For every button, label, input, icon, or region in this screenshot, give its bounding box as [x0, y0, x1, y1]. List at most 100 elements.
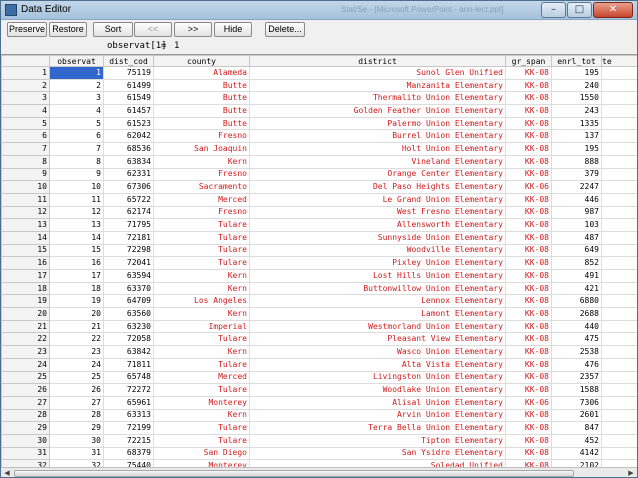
row-number[interactable]: 14	[1, 230, 50, 245]
maximize-button[interactable]: □	[567, 2, 592, 18]
table-cell[interactable]: Arvin Union Elementary	[249, 408, 506, 423]
table-row[interactable]: 21 21 63230 Imperial Westmorland Union Eleme…	[1, 319, 637, 334]
table-cell[interactable]: KK-08	[505, 129, 552, 144]
table-cell[interactable]: KK-06	[505, 395, 552, 410]
table-cell[interactable]: 7306	[551, 395, 602, 410]
table-cell[interactable]: 491	[551, 269, 602, 283]
table-cell[interactable]: 61523	[103, 116, 154, 131]
table-cell[interactable]: 18	[49, 281, 104, 296]
table-cell[interactable]: 137	[551, 129, 602, 144]
previous-button[interactable]: <<	[134, 22, 172, 37]
table-cell[interactable]: KK-08	[505, 370, 552, 385]
table-cell[interactable]: 2247	[551, 180, 602, 194]
table-cell[interactable]	[601, 230, 637, 245]
table-cell[interactable]: Terra Bella Union Elementary	[249, 421, 506, 435]
table-row[interactable]: 8 8 63834 Kern Vineland Elementary KK-08 888	[1, 154, 637, 169]
table-cell[interactable]: 72272	[103, 383, 154, 397]
table-cell[interactable]: KK-08	[505, 78, 552, 93]
table-row[interactable]: 18 18 63370 Kern Buttonwillow Union Elementa…	[1, 281, 637, 296]
table-cell[interactable]: 1588	[551, 383, 602, 397]
table-cell[interactable]: Tipton Elementary	[249, 433, 506, 448]
table-cell[interactable]: Buttonwillow Union Elementary	[249, 281, 506, 296]
table-cell[interactable]: 75119	[103, 66, 154, 80]
table-cell[interactable]: Kern	[153, 269, 250, 283]
table-cell[interactable]: 1335	[551, 116, 602, 131]
table-cell[interactable]	[601, 256, 637, 270]
table-cell[interactable]: Westmorland Union Elementary	[249, 319, 506, 334]
row-number[interactable]: 31	[1, 446, 50, 461]
table-cell[interactable]: 476	[551, 357, 602, 372]
table-cell[interactable]: Fresno	[153, 205, 250, 220]
table-row[interactable]: 29 29 72199 Tulare Terra Bella Union Element…	[1, 421, 637, 435]
row-number[interactable]: 22	[1, 332, 50, 347]
cell-value-input[interactable]	[173, 40, 633, 52]
row-number[interactable]: 6	[1, 129, 50, 144]
table-cell[interactable]: 195	[551, 66, 602, 80]
row-number[interactable]: 3	[1, 91, 50, 106]
table-cell[interactable]	[601, 104, 637, 118]
table-cell[interactable]	[601, 345, 637, 359]
table-cell[interactable]: 72041	[103, 256, 154, 270]
table-cell[interactable]: 2357	[551, 370, 602, 385]
preserve-button[interactable]: Preserve	[7, 22, 47, 37]
table-cell[interactable]: 195	[551, 142, 602, 156]
row-number[interactable]: 8	[1, 154, 50, 169]
table-cell[interactable]: 63230	[103, 319, 154, 334]
table-cell[interactable]: Le Grand Union Elementary	[249, 192, 506, 207]
table-cell[interactable]: KK-08	[505, 357, 552, 372]
table-cell[interactable]: Thermalito Union Elementary	[249, 91, 506, 106]
table-cell[interactable]: 65961	[103, 395, 154, 410]
table-cell[interactable]: Butte	[153, 116, 250, 131]
table-cell[interactable]: 6	[49, 129, 104, 144]
table-cell[interactable]: KK-08	[505, 256, 552, 270]
table-cell[interactable]: KK-08	[505, 307, 552, 321]
table-row[interactable]: 28 28 63313 Kern Arvin Union Elementary KK-08…	[1, 408, 637, 423]
table-cell[interactable]: 9	[49, 167, 104, 182]
row-number[interactable]: 13	[1, 218, 50, 232]
table-cell[interactable]: 16	[49, 256, 104, 270]
column-header[interactable]: observat	[49, 55, 104, 67]
data-grid[interactable]: observat dist_cod county district gr_spa…	[1, 54, 637, 468]
table-cell[interactable]: 475	[551, 332, 602, 347]
table-cell[interactable]: KK-06	[505, 180, 552, 194]
minimize-button[interactable]: –	[541, 2, 566, 18]
table-cell[interactable]: 72215	[103, 433, 154, 448]
table-cell[interactable]: Sunnyside Union Elementary	[249, 230, 506, 245]
table-row[interactable]: 2 2 61499 Butte Manzanita Elementary KK-08 240	[1, 78, 637, 93]
table-row[interactable]: 15 15 72298 Tulare Woodville Elementary KK-08…	[1, 243, 637, 258]
table-cell[interactable]	[601, 167, 637, 182]
table-cell[interactable]: 2688	[551, 307, 602, 321]
table-cell[interactable]: 2538	[551, 345, 602, 359]
table-cell[interactable]: Kern	[153, 345, 250, 359]
table-cell[interactable]: Fresno	[153, 129, 250, 144]
delete-button[interactable]: Delete...	[265, 22, 305, 37]
table-cell[interactable]: KK-08	[505, 91, 552, 106]
row-number[interactable]: 18	[1, 281, 50, 296]
table-cell[interactable]	[601, 383, 637, 397]
row-number[interactable]: 16	[1, 256, 50, 270]
table-cell[interactable]: Lost Hills Union Elementary	[249, 269, 506, 283]
column-header[interactable]: district	[249, 55, 506, 67]
table-cell[interactable]: Lamont Elementary	[249, 307, 506, 321]
table-row[interactable]: 27 27 65961 Monterey Alisal Union Elementary…	[1, 395, 637, 410]
row-number[interactable]: 5	[1, 116, 50, 131]
table-cell[interactable]: 62331	[103, 167, 154, 182]
table-cell[interactable]: 22	[49, 332, 104, 347]
table-cell[interactable]: 65722	[103, 192, 154, 207]
table-cell[interactable]	[601, 78, 637, 93]
table-cell[interactable]	[601, 154, 637, 169]
row-number[interactable]: 7	[1, 142, 50, 156]
table-cell[interactable]: 68379	[103, 446, 154, 461]
table-row[interactable]: 17 17 63594 Kern Lost Hills Union Elementary…	[1, 269, 637, 283]
table-cell[interactable]: KK-08	[505, 218, 552, 232]
table-cell[interactable]: Holt Union Elementary	[249, 142, 506, 156]
table-cell[interactable]: 67306	[103, 180, 154, 194]
table-row[interactable]: 10 10 67306 Sacramento Del Paso Heights Elem…	[1, 180, 637, 194]
table-cell[interactable]: KK-08	[505, 154, 552, 169]
table-row[interactable]: 7 7 68536 San Joaquin Holt Union Elementary K…	[1, 142, 637, 156]
table-cell[interactable]: 26	[49, 383, 104, 397]
table-cell[interactable]: Alta Vista Elementary	[249, 357, 506, 372]
table-cell[interactable]: 19	[49, 294, 104, 309]
table-cell[interactable]: 63313	[103, 408, 154, 423]
table-cell[interactable]: Butte	[153, 104, 250, 118]
